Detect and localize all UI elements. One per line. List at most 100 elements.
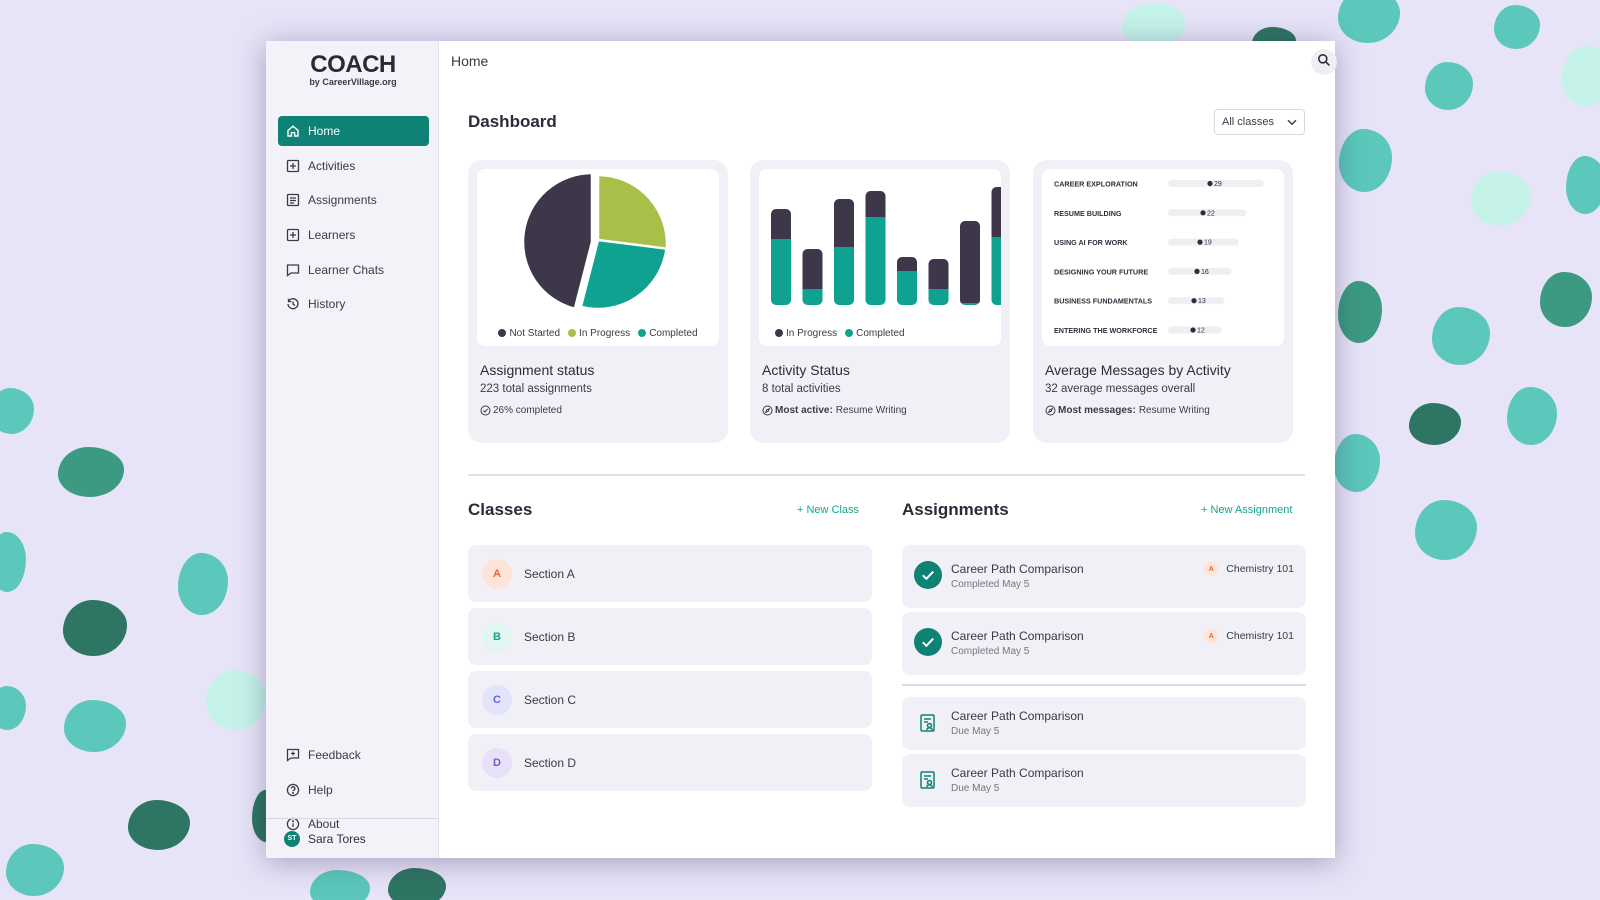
sidebar-item-learners[interactable]: Learners [278,220,429,250]
bar-segment-in-progress [897,257,917,271]
message-bar-row: CAREER EXPLORATION 29 [1054,180,1264,189]
avatar: ST [284,830,300,847]
class-badge: A [1204,562,1219,576]
search-button[interactable] [1311,49,1337,75]
bar-value-label: 13 [1198,298,1206,305]
bar-value-dot [1197,239,1203,245]
logo-tagline: by CareerVillage.org [309,77,397,87]
sidebar-item-help[interactable]: Help [278,775,429,805]
chevron-down-icon [1287,119,1297,126]
horizontal-bar-chart: CAREER EXPLORATION 29 RESUME BUILDING 22 USI… [1054,180,1264,335]
new-assignment-button[interactable]: + New Assignment [1201,504,1292,516]
sidebar-item-assignments[interactable]: Assignments [278,185,429,215]
class-badge: D [482,747,512,778]
sidebar-item-home[interactable]: Home [278,116,429,146]
sidebar: COACH by CareerVillage.org Home Activiti… [266,41,439,858]
card-note: 26% completed [480,405,562,416]
assignment-status: Due May 5 [951,726,1000,737]
feedback-icon [286,748,300,762]
new-class-button[interactable]: + New Class [797,504,859,516]
assignment-title: Career Path Comparison [951,562,1084,576]
main-content: Home Dashboard All classes Not Started I… [439,41,1337,858]
class-row-section-c[interactable]: C Section C [468,671,872,728]
bar-value-label: 22 [1207,210,1215,217]
chart-legend: Not Started In Progress Completed [477,328,719,339]
assignment-class-name: Chemistry 101 [1226,630,1294,642]
user-profile[interactable]: ST Sara Tores [266,818,438,858]
assignment-row[interactable]: Career Path Comparison Due May 5 [902,754,1306,807]
bar-segment-in-progress [834,199,854,247]
class-row-section-b[interactable]: B Section B [468,608,872,665]
assignment-row[interactable]: Career Path Comparison Due May 5 [902,697,1306,750]
activity-bar [802,249,823,305]
logo[interactable]: COACH by CareerVillage.org [304,51,402,87]
assignment-status-chart: Not Started In Progress Completed [477,169,719,346]
assignment-status-card[interactable]: Not Started In Progress Completed Assign… [468,160,728,443]
bar-segment-completed [897,271,917,305]
compass-icon [762,405,773,416]
class-row-section-a[interactable]: A Section A [468,545,872,602]
sidebar-item-learner-chats[interactable]: Learner Chats [278,255,429,285]
assignment-class: A Chemistry 101 [1204,629,1294,643]
card-subtitle: 223 total assignments [480,383,592,395]
sidebar-item-history[interactable]: History [278,289,429,319]
class-name: Section B [524,629,576,644]
assignment-row[interactable]: Career Path Comparison Completed May 5 A… [902,545,1306,608]
assignment-status: Due May 5 [951,783,1000,794]
bar-segment-completed [771,239,791,305]
class-name: Section C [524,692,577,707]
bar-segment-completed [960,303,980,305]
activity-bar [771,209,791,305]
card-note-value: Resume Writing [835,405,907,416]
class-row-section-d[interactable]: D Section D [468,734,872,791]
card-title: Average Messages by Activity [1045,362,1231,378]
activity-status-chart: In Progress Completed [759,169,1012,346]
completed-check-icon [914,561,942,589]
activity-bar [991,187,1012,305]
stacked-bar-chart [771,187,1012,305]
activity-bar [865,191,886,305]
class-name: Section A [524,566,575,581]
search-icon [1317,53,1331,72]
dashboard-title: Dashboard [468,112,557,131]
assignment-title: Career Path Comparison [951,629,1084,643]
legend-item: In Progress [775,328,837,339]
bar-value-dot [1207,180,1213,187]
activity-status-card[interactable]: In Progress Completed Activity Status 8 … [750,160,1012,443]
sidebar-item-activities[interactable]: Activities [278,151,429,181]
sidebar-item-feedback[interactable]: Feedback [278,740,429,770]
plus-square-icon [286,159,300,173]
class-filter-select[interactable]: All classes [1214,109,1305,135]
card-subtitle: 8 total activities [762,383,841,395]
bar-value-dot [1191,298,1197,304]
check-circle-icon [480,405,491,416]
bar-segment-completed [928,289,949,305]
assignments-title: Assignments [902,500,1009,519]
bar-label: CAREER EXPLORATION [1054,180,1138,189]
chat-bubble-icon [286,263,300,277]
activity-bar [897,257,917,305]
card-note-value: 26% completed [493,405,562,416]
legend-item: Not Started [498,328,560,339]
card-title: Activity Status [762,362,850,378]
bar-segment-completed [991,237,1012,305]
pie-slice-not-started [521,171,594,311]
sidebar-item-label: Learners [308,228,356,243]
bar-label: BUSINESS FUNDAMENTALS [1054,297,1152,306]
assignment-class-name: Chemistry 101 [1226,563,1294,575]
legend-item: Completed [638,328,698,339]
history-icon [286,297,300,311]
average-messages-card[interactable]: CAREER EXPLORATION 29 RESUME BUILDING 22 USI… [1033,160,1293,443]
completed-check-icon [914,628,942,656]
bar-segment-in-progress [928,259,949,289]
classes-title: Classes [468,500,533,519]
activity-bar [834,199,854,305]
assignment-row[interactable]: Career Path Comparison Completed May 5 A… [902,612,1306,675]
plus-square-icon [286,228,300,242]
average-messages-chart: CAREER EXPLORATION 29 RESUME BUILDING 22 USI… [1042,169,1284,346]
bar-label: USING AI FOR WORK [1054,238,1128,247]
bar-segment-in-progress [771,209,791,239]
card-title: Assignment status [480,362,595,378]
bar-segment-in-progress [960,221,980,303]
pie-slice-completed [579,238,668,311]
